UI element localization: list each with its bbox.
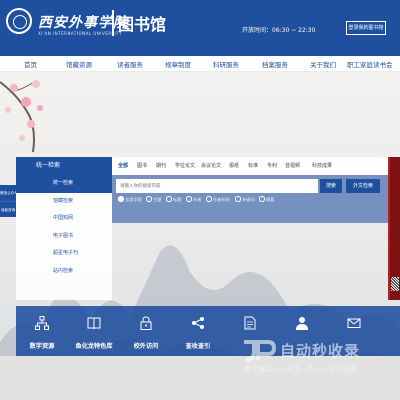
lock-icon	[140, 316, 152, 330]
quick-link-7[interactable]	[328, 306, 380, 356]
tab-all[interactable]: 全部	[118, 162, 128, 169]
school-name[interactable]: 西安外事学院	[38, 12, 128, 32]
footer-area	[0, 356, 400, 400]
right-banner	[388, 157, 400, 300]
search-panel: 全部 图书 期刊 学位论文 会议论文 报纸 标准 专利 音视频 科技成果 搜索 …	[112, 157, 388, 300]
search-type-title: 统一检索	[16, 157, 112, 175]
mail-icon	[347, 318, 361, 328]
search-button[interactable]: 搜索	[320, 179, 342, 193]
tab-achievements[interactable]: 科技成果	[312, 162, 332, 169]
logo-divider	[112, 10, 114, 36]
nav-item-collections[interactable]: 馆藏资源	[66, 59, 92, 69]
scope-author[interactable]: 作者	[186, 196, 201, 203]
tab-newspapers[interactable]: 报纸	[229, 162, 239, 169]
reader-consult-link[interactable]: 读者咨询	[0, 201, 16, 217]
scope-author-org[interactable]: 作者机构	[206, 196, 230, 203]
login-button[interactable]: 登录我的图书馆	[346, 21, 386, 35]
tab-media[interactable]: 音视频	[285, 162, 300, 169]
scope-title[interactable]: 标题	[166, 196, 181, 203]
search-type-cnki[interactable]: 中国知网	[16, 210, 112, 228]
quick-links-bar: 数字资源 鱼化龙特色库 校外访问 查收查引	[16, 306, 400, 356]
quick-link-offcampus[interactable]: 校外访问	[120, 306, 172, 356]
school-name-en: XI'AN INTERNATIONAL UNIVERSITY	[38, 31, 123, 36]
nav-item-reading-club[interactable]: 职工家庭读书会	[347, 59, 393, 69]
tab-journals[interactable]: 期刊	[156, 162, 166, 169]
search-type-ejournals[interactable]: 超星电子刊	[16, 245, 112, 263]
quick-link-digital-resources[interactable]: 数字资源	[16, 306, 68, 356]
quick-link-special-db[interactable]: 鱼化龙特色库	[68, 306, 120, 356]
library-title[interactable]: 图书馆	[118, 11, 166, 35]
site-header: 西安外事学院 XI'AN INTERNATIONAL UNIVERSITY 图书…	[0, 0, 400, 56]
quick-link-6[interactable]	[276, 306, 328, 356]
person-icon	[296, 317, 308, 330]
tab-patents[interactable]: 专利	[267, 162, 277, 169]
nav-item-home[interactable]: 首页	[24, 59, 37, 69]
document-icon	[244, 316, 256, 330]
qr-code-icon[interactable]	[391, 277, 399, 291]
search-tabs: 全部 图书 期刊 学位论文 会议论文 报纸 标准 专利 音视频 科技成果	[112, 157, 388, 175]
sitemap-icon	[35, 316, 49, 330]
scope-subject[interactable]: 主题	[146, 196, 161, 203]
nav-item-archives[interactable]: 档案服务	[262, 59, 288, 69]
quick-link-5[interactable]	[224, 306, 276, 356]
nav-item-reader-services[interactable]: 读者服务	[117, 59, 143, 69]
tab-conference[interactable]: 会议论文	[201, 162, 221, 169]
quick-link-label: 校外访问	[133, 343, 159, 350]
blossom-branch-illustration	[0, 80, 43, 153]
scope-all-fields[interactable]: 全部字段	[118, 196, 142, 203]
foreign-search-button[interactable]: 外文检索	[346, 179, 380, 193]
search-type-holdings[interactable]: 馆藏检索	[16, 193, 112, 211]
open-hours: 开放时间：06:30 ~ 22:30	[242, 27, 316, 34]
nav-item-research[interactable]: 科研服务	[213, 59, 239, 69]
search-type-ebooks[interactable]: 电子图书	[16, 228, 112, 246]
quick-link-label: 查收查引	[185, 343, 211, 350]
quick-link-citation[interactable]: 查收查引	[172, 306, 224, 356]
tab-books[interactable]: 图书	[137, 162, 147, 169]
search-input[interactable]	[116, 179, 318, 193]
search-scope-options: 全部字段 主题 标题 作者 作者机构 关键词 摘要	[118, 196, 348, 204]
nav-item-regulations[interactable]: 规章制度	[165, 59, 191, 69]
scope-keyword[interactable]: 关键词	[235, 196, 255, 203]
search-type-panel: 统一检索 统一检索 馆藏检索 中国知网 电子图书 超星电子刊 站内检索	[16, 157, 112, 300]
quick-link-label: 鱼化龙特色库	[75, 343, 113, 350]
search-type-unified[interactable]: 统一检索	[16, 175, 112, 193]
share-icon	[192, 317, 204, 329]
scope-abstract[interactable]: 摘要	[259, 196, 274, 203]
left-float-menu: 微信公众号 读者咨询	[0, 185, 16, 217]
nav-item-about[interactable]: 关于我们	[310, 59, 336, 69]
tab-standards[interactable]: 标准	[248, 162, 258, 169]
quick-link-label: 数字资源	[29, 343, 55, 350]
school-seal-logo[interactable]	[6, 8, 32, 34]
search-type-site[interactable]: 站内检索	[16, 263, 112, 281]
tab-theses[interactable]: 学位论文	[175, 162, 195, 169]
wechat-account-link[interactable]: 微信公众号	[0, 185, 16, 201]
book-open-icon	[87, 317, 101, 330]
main-nav: 首页 馆藏资源 读者服务 规章制度 科研服务 档案服务 关于我们 职工家庭读书会	[0, 56, 400, 72]
